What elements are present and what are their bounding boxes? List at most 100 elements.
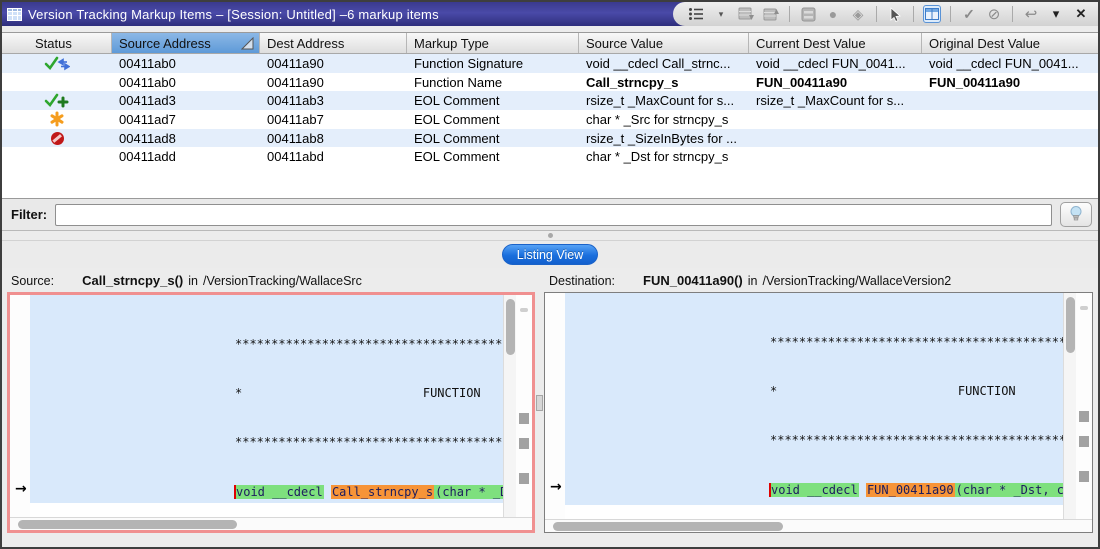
cell-markup-type[interactable]: EOL Comment: [407, 93, 579, 108]
change-marker[interactable]: [519, 438, 529, 449]
scrollbar-thumb[interactable]: [1066, 297, 1075, 353]
change-marker[interactable]: [519, 473, 529, 484]
source-listing[interactable]: ****************************************…: [30, 295, 503, 517]
cell-dest-address[interactable]: 00411ab8: [260, 131, 407, 146]
filter-input[interactable]: [55, 204, 1052, 226]
column-header-source-value[interactable]: Source Value: [579, 33, 749, 53]
column-header-dest-address[interactable]: Dest Address: [260, 33, 407, 53]
cell-original-dest-value[interactable]: void __cdecl FUN_0041...: [922, 56, 1098, 71]
function-name-highlight: Call_strncpy_s: [331, 485, 434, 499]
destination-listing-panel[interactable]: → **************************************…: [544, 292, 1093, 533]
binary-listing-icon[interactable]: [799, 5, 817, 23]
cell-original-dest-value[interactable]: FUN_00411a90: [922, 75, 1098, 90]
scrollbar-thumb[interactable]: [18, 520, 237, 529]
cell-source-value[interactable]: char * _Src for strncpy_s: [579, 112, 749, 127]
source-function-name: Call_strncpy_s(): [82, 273, 183, 288]
table-row[interactable]: 00411ab0 00411a90 Function Signature voi…: [2, 54, 1098, 73]
filter-bar: Filter:: [2, 198, 1098, 231]
table-row[interactable]: 00411ad7 00411ab7 EOL Comment char * _Sr…: [2, 110, 1098, 129]
match-diamond-icon[interactable]: [849, 5, 867, 23]
change-marker[interactable]: [1079, 471, 1089, 482]
cell-source-address[interactable]: 00411add: [112, 149, 260, 164]
scrollbar-thumb[interactable]: [553, 522, 783, 531]
source-panel-header: Source: Call_strncpy_s() in /VersionTrac…: [2, 273, 540, 288]
source-marker-strip[interactable]: [516, 295, 532, 517]
destination-program-path: /VersionTracking/WallaceVersion2: [762, 274, 951, 288]
table-empty-area: [2, 166, 1098, 198]
cell-source-value[interactable]: void __cdecl Call_strnc...: [579, 56, 749, 71]
match-circle-icon[interactable]: [824, 5, 842, 23]
menu-dropdown-arrow-icon[interactable]: [712, 5, 730, 23]
column-header-original-dest-value[interactable]: Original Dest Value: [922, 33, 1098, 53]
cell-dest-address[interactable]: 00411a90: [260, 75, 407, 90]
table-row[interactable]: 00411add 00411abd EOL Comment char * _Ds…: [2, 147, 1098, 166]
cell-source-address[interactable]: 00411ad7: [112, 112, 260, 127]
source-vertical-scrollbar[interactable]: [503, 295, 516, 517]
cell-source-value[interactable]: rsize_t _MaxCount for s...: [579, 93, 749, 108]
panel-splitter-grip[interactable]: [536, 395, 543, 411]
cell-current-dest-value[interactable]: FUN_00411a90: [749, 75, 922, 90]
source-listing-panel[interactable]: → **************************************…: [7, 292, 535, 533]
change-marker[interactable]: [1079, 411, 1089, 422]
filter-label: Filter:: [11, 207, 47, 222]
lightbulb-icon: [1069, 205, 1083, 225]
cell-dest-address[interactable]: 00411ab3: [260, 93, 407, 108]
cell-markup-type[interactable]: EOL Comment: [407, 131, 579, 146]
dual-listing-toggle-icon[interactable]: [923, 5, 941, 23]
status-rejected-icon: [51, 132, 64, 145]
cell-markup-type[interactable]: Function Signature: [407, 56, 579, 71]
cell-source-address[interactable]: 00411ad3: [112, 93, 260, 108]
table-row[interactable]: 00411ad8 00411ab8 EOL Comment rsize_t _S…: [2, 129, 1098, 148]
column-header-source-address[interactable]: Source Address: [112, 33, 260, 53]
function-name-highlight: FUN_00411a90: [866, 483, 955, 497]
cell-markup-type[interactable]: EOL Comment: [407, 149, 579, 164]
cell-source-address[interactable]: 00411ad8: [112, 131, 260, 146]
cell-dest-address[interactable]: 00411ab7: [260, 112, 407, 127]
cell-current-dest-value[interactable]: void __cdecl FUN_0041...: [749, 56, 922, 71]
listing-view-tab[interactable]: Listing View: [502, 244, 598, 265]
accept-markup-icon[interactable]: [960, 5, 978, 23]
column-header-markup-type[interactable]: Markup Type: [407, 33, 579, 53]
close-icon[interactable]: [1072, 5, 1090, 23]
cell-dest-address[interactable]: 00411a90: [260, 56, 407, 71]
table-row[interactable]: 00411ab0 00411a90 Function Name Call_str…: [2, 73, 1098, 92]
cell-markup-type[interactable]: Function Name: [407, 75, 579, 90]
unapply-markup-up-icon[interactable]: [762, 5, 780, 23]
cell-dest-address[interactable]: 00411abd: [260, 149, 407, 164]
cell-current-dest-value[interactable]: rsize_t _MaxCount for s...: [749, 93, 922, 108]
cell-source-value[interactable]: rsize_t _SizeInBytes for ...: [579, 131, 749, 146]
status-applied-added-icon: [44, 93, 70, 108]
filter-options-button[interactable]: [1060, 202, 1092, 227]
marker-dash: [1080, 306, 1088, 310]
cursor-select-icon[interactable]: [886, 5, 904, 23]
current-instruction-arrow: →: [15, 481, 27, 497]
title-bar: Version Tracking Markup Items – [Session…: [2, 2, 1098, 26]
destination-listing[interactable]: ****************************************…: [565, 293, 1063, 519]
change-marker[interactable]: [519, 413, 529, 424]
cell-source-address[interactable]: 00411ab0: [112, 56, 260, 71]
markup-list-menu-icon[interactable]: [687, 5, 705, 23]
column-header-current-dest-value[interactable]: Current Dest Value: [749, 33, 922, 53]
source-horizontal-scrollbar[interactable]: [10, 517, 532, 530]
cell-source-value[interactable]: Call_strncpy_s: [579, 75, 749, 90]
destination-vertical-scrollbar[interactable]: [1063, 293, 1076, 519]
cell-markup-type[interactable]: EOL Comment: [407, 112, 579, 127]
column-header-status[interactable]: Status: [2, 33, 112, 53]
table-row[interactable]: 00411ad3 00411ab3 EOL Comment rsize_t _M…: [2, 91, 1098, 110]
undo-icon[interactable]: [1022, 5, 1040, 23]
toolbar: [673, 2, 1098, 26]
cell-source-address[interactable]: 00411ab0: [112, 75, 260, 90]
scrollbar-thumb[interactable]: [506, 299, 515, 355]
change-marker[interactable]: [1079, 436, 1089, 447]
destination-horizontal-scrollbar[interactable]: [545, 519, 1092, 532]
horizontal-splitter[interactable]: [2, 231, 1098, 240]
apply-markup-down-icon[interactable]: [737, 5, 755, 23]
function-signature-line[interactable]: void __cdecl FUN_00411a90(char * _Dst, c…: [565, 482, 1063, 498]
destination-marker-strip[interactable]: [1076, 293, 1092, 519]
cell-source-value[interactable]: char * _Dst for strncpy_s: [579, 149, 749, 164]
function-signature-line[interactable]: void __cdecl Call_strncpy_s(char * _Dst,…: [30, 484, 503, 500]
splitter-dot: [548, 233, 553, 238]
more-actions-dropdown-icon[interactable]: [1047, 5, 1065, 23]
destination-label: Destination:: [549, 274, 615, 288]
reject-markup-icon[interactable]: [985, 5, 1003, 23]
